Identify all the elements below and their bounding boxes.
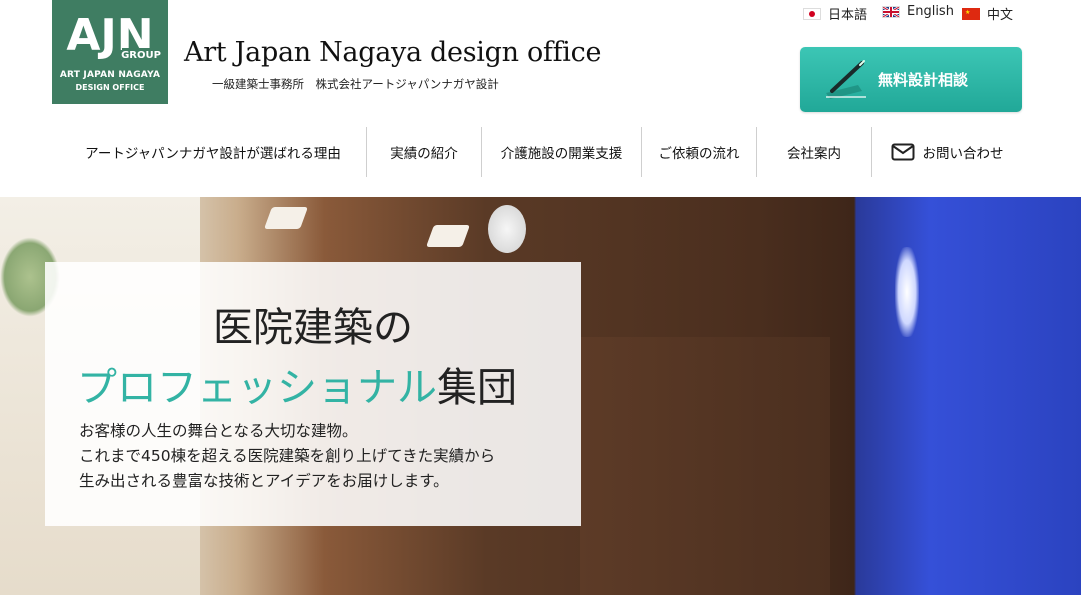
nav-item-care-facility-support[interactable]: 介護施設の開業支援 <box>482 127 642 177</box>
nav-item-label: 会社案内 <box>787 146 841 162</box>
site-title[interactable]: Art Japan Nagaya design office <box>184 37 601 68</box>
language-japanese[interactable]: 日本語 <box>803 4 867 23</box>
hero-description-line: これまで450棟を超える医院建築を創り上げてきた実績から <box>79 447 496 465</box>
hero-blue-glow <box>895 247 919 337</box>
hero-wall-lamp <box>425 225 471 247</box>
hero-heading-line2: プロフェッショナル集団 <box>77 355 517 413</box>
language-label: English <box>907 4 954 19</box>
language-english[interactable]: English <box>882 4 954 19</box>
nav-item-contact[interactable]: お問い合わせ <box>872 127 1022 177</box>
svg-text:GROUP: GROUP <box>121 50 161 61</box>
logo-text-line1: ART JAPAN NAGAYA <box>59 70 161 80</box>
nav-item-works[interactable]: 実績の紹介 <box>367 127 482 177</box>
ajn-logo-mark-icon: AJN GROUP <box>66 10 161 61</box>
global-nav: アートジャパンナガヤ設計が選ばれる理由 実績の紹介 介護施設の開業支援 ご依頼の… <box>60 127 1022 177</box>
hero-description-line: 生み出される豊富な技術とアイデアをお届けします。 <box>79 472 449 490</box>
free-consultation-button[interactable]: 無料設計相談 <box>800 47 1022 112</box>
language-label: 日本語 <box>828 8 868 23</box>
pen-icon <box>826 60 866 99</box>
nav-item-reasons[interactable]: アートジャパンナガヤ設計が選ばれる理由 <box>60 127 367 177</box>
jp-flag-icon <box>803 7 821 20</box>
hero-text-panel: 医院建築の プロフェッショナル集団 お客様の人生の舞台となる大切な建物。 これま… <box>45 262 581 526</box>
hero-heading-accent: プロフェッショナル <box>77 365 437 411</box>
hero-description-line: お客様の人生の舞台となる大切な建物。 <box>79 422 358 440</box>
cn-flag-icon: ★ <box>962 7 980 20</box>
nav-item-label: 介護施設の開業支援 <box>500 146 623 162</box>
language-label: 中文 <box>987 8 1014 23</box>
site-subtitle: 一級建築士事務所 株式会社アートジャパンナガヤ設計 <box>212 77 499 91</box>
hero-air-vent <box>488 205 526 253</box>
nav-item-label: アートジャパンナガヤ設計が選ばれる理由 <box>85 146 341 162</box>
nav-item-request-flow[interactable]: ご依頼の流れ <box>642 127 757 177</box>
logo-text-line2: DESIGN OFFICE <box>75 83 145 92</box>
nav-item-company[interactable]: 会社案内 <box>757 127 872 177</box>
hero-banner: 医院建築の プロフェッショナル集団 お客様の人生の舞台となる大切な建物。 これま… <box>0 197 1081 595</box>
hero-heading-line1: 医院建築の <box>213 305 413 351</box>
mail-icon <box>891 143 914 161</box>
language-chinese[interactable]: ★ 中文 <box>962 4 1013 23</box>
uk-flag-icon <box>882 5 900 18</box>
hero-wood-panel <box>580 337 830 595</box>
company-logo[interactable]: AJN GROUP ART JAPAN NAGAYA DESIGN OFFICE <box>52 0 168 104</box>
hero-heading-rest: 集団 <box>437 365 517 411</box>
hero-description: お客様の人生の舞台となる大切な建物。 これまで450棟を超える医院建築を創り上げ… <box>79 419 495 494</box>
hero-wall-lamp <box>263 207 309 229</box>
nav-item-label: お問い合わせ <box>922 146 1004 162</box>
nav-item-label: ご依頼の流れ <box>658 146 740 162</box>
free-consultation-label: 無料設計相談 <box>878 71 969 89</box>
nav-item-label: 実績の紹介 <box>390 146 458 162</box>
